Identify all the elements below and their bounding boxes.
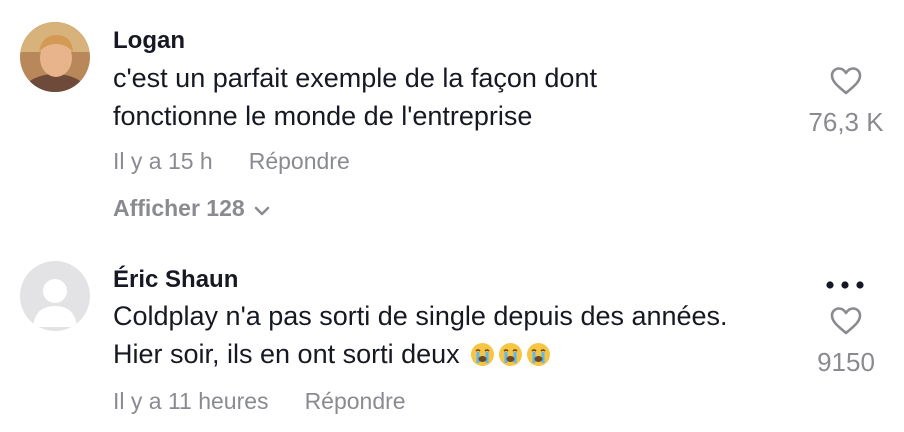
like-count: 9150 [817, 347, 875, 377]
chevron-down-icon [253, 196, 271, 223]
loudly-crying-face-icon [470, 339, 495, 377]
comment-text-line: fonctionne le monde de l'entreprise [113, 101, 533, 131]
like-button[interactable]: 9150 [786, 306, 904, 378]
comment-meta: Il y a 15 h Répondre [113, 148, 350, 175]
avatar[interactable] [20, 261, 90, 331]
loudly-crying-face-icon [526, 339, 551, 377]
username[interactable]: Logan [113, 27, 185, 55]
comment-item: Logan c'est un parfait exemple de la faç… [0, 0, 904, 240]
timestamp: Il y a 11 heures [113, 388, 269, 414]
view-replies-label: Afficher 128 [113, 195, 245, 221]
heart-icon [786, 66, 904, 101]
username[interactable]: Éric Shaun [113, 266, 238, 294]
loudly-crying-face-icon [498, 339, 523, 377]
comment-text-line-with-emoji: Hier soir, ils en ont sorti deux [113, 335, 803, 377]
like-count: 76,3 K [808, 107, 884, 137]
timestamp: Il y a 15 h [113, 148, 213, 174]
reply-button[interactable]: Répondre [305, 388, 406, 414]
like-button[interactable]: 76,3 K [786, 66, 904, 138]
comment-text: c'est un parfait exemple de la façon don… [113, 59, 803, 135]
comment-item: Éric Shaun Coldplay n'a pas sorti de sin… [0, 240, 904, 432]
comment-meta: Il y a 11 heures Répondre [113, 388, 406, 415]
comment-text-line: Coldplay n'a pas sorti de single depuis … [113, 301, 728, 331]
comment-text: Coldplay n'a pas sorti de single depuis … [113, 297, 803, 377]
view-replies-button[interactable]: Afficher 128 [113, 195, 271, 223]
avatar[interactable] [20, 22, 90, 92]
comment-text-line: Hier soir, ils en ont sorti deux [113, 339, 460, 369]
comment-text-line: c'est un parfait exemple de la façon don… [113, 63, 597, 93]
reply-button[interactable]: Répondre [249, 148, 350, 174]
heart-icon [786, 306, 904, 341]
more-options-icon[interactable] [824, 278, 866, 296]
